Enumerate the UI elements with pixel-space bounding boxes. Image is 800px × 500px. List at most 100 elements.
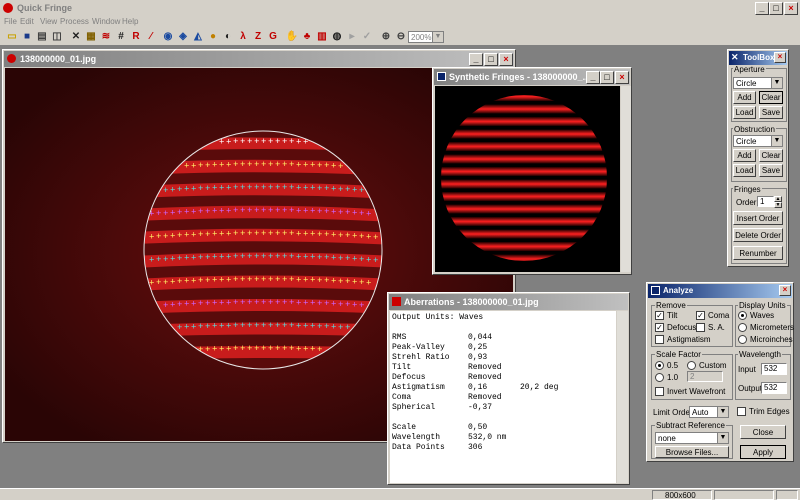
fringe-map-icon[interactable]: ▥: [314, 29, 330, 45]
apply-button[interactable]: Apply: [740, 445, 786, 459]
obstruction-add-button[interactable]: Add: [733, 149, 756, 162]
fringe-point-marker: +: [345, 208, 350, 218]
obstruction-select[interactable]: Circle ▼: [733, 135, 783, 147]
synthetic-close-button[interactable]: ×: [615, 71, 629, 84]
fringe-point-marker: +: [177, 231, 182, 241]
subtract-reference-value: none: [658, 434, 676, 443]
zoom-select[interactable]: 200% ▼: [408, 31, 444, 43]
hand-icon[interactable]: ✋: [284, 29, 300, 45]
cursor-icon[interactable]: ▸: [344, 29, 360, 45]
fringe-point-marker: +: [331, 184, 336, 194]
scale-05-radio[interactable]: [655, 361, 664, 370]
zoom-out-icon[interactable]: ⊖: [393, 29, 409, 45]
sa-checkbox[interactable]: [696, 323, 705, 332]
menu-window[interactable]: Window: [92, 17, 120, 26]
aperture-load-button[interactable]: Load: [733, 106, 756, 119]
r-icon[interactable]: R: [128, 29, 144, 45]
custom-scale-input[interactable]: 2: [687, 371, 723, 382]
synthetic-maximize-button[interactable]: □: [600, 71, 614, 84]
astigmatism-checkbox[interactable]: [655, 335, 664, 344]
order-input[interactable]: 1: [757, 196, 774, 207]
tree-icon[interactable]: ♣: [299, 29, 315, 45]
trim-edges-label: Trim Edges: [749, 407, 790, 416]
tools-icon[interactable]: ✕: [68, 29, 84, 45]
save-icon[interactable]: ■: [19, 29, 35, 45]
invert-wavefront-checkbox[interactable]: [655, 387, 664, 396]
g-icon[interactable]: G: [265, 29, 281, 45]
insert-order-button[interactable]: Insert Order: [733, 211, 783, 225]
image-close-button[interactable]: ×: [499, 53, 513, 66]
check-icon[interactable]: ✓: [359, 29, 375, 45]
wavelength-output-field[interactable]: 532: [761, 382, 787, 394]
image-minimize-button[interactable]: _: [469, 53, 483, 66]
waves-radio[interactable]: [738, 311, 747, 320]
lambda-icon[interactable]: λ: [235, 29, 251, 45]
image-maximize-button[interactable]: □: [484, 53, 498, 66]
obstruction-save-button[interactable]: Save: [759, 164, 783, 177]
coma-checkbox[interactable]: ✓: [696, 311, 705, 320]
defocus-checkbox[interactable]: ✓: [655, 323, 664, 332]
menu-edit[interactable]: Edit: [20, 17, 34, 26]
toolbox-close-button[interactable]: ×: [774, 52, 786, 63]
order-spin-down[interactable]: ▼: [774, 202, 782, 208]
aperture-select[interactable]: Circle ▼: [733, 77, 783, 89]
subtract-reference-select[interactable]: none ▼: [655, 432, 729, 444]
synthetic-minimize-button[interactable]: _: [586, 71, 600, 84]
fringe-point-marker: +: [296, 160, 301, 170]
menu-view[interactable]: View: [40, 17, 57, 26]
z-icon[interactable]: Z: [250, 29, 266, 45]
table-icon[interactable]: #: [113, 29, 129, 45]
synthetic-vscrollbar[interactable]: [621, 86, 631, 272]
chart-icon[interactable]: ●: [205, 29, 221, 45]
fringe-point-marker: +: [254, 160, 259, 170]
menu-process[interactable]: Process: [60, 17, 89, 26]
scale-10-radio[interactable]: [655, 373, 664, 382]
circle-fringe-icon[interactable]: ◍: [329, 29, 345, 45]
grid-icon[interactable]: ▦: [83, 29, 99, 45]
app-minimize-button[interactable]: _: [755, 2, 769, 15]
close-button[interactable]: Close: [740, 425, 786, 439]
menu-help[interactable]: Help: [122, 17, 138, 26]
zernike-icon[interactable]: ◐: [220, 29, 236, 45]
microinches-radio[interactable]: [738, 335, 747, 344]
app-close-button[interactable]: ×: [784, 2, 798, 15]
layers-icon[interactable]: ◈: [175, 29, 191, 45]
fringe-point-marker: +: [324, 299, 329, 309]
fringe-point-marker: +: [226, 206, 231, 216]
aperture-add-button[interactable]: Add: [733, 91, 756, 104]
aberration-label: Astigmatism: [392, 383, 445, 392]
delete-order-button[interactable]: Delete Order: [733, 228, 783, 242]
zoom-in-icon[interactable]: ⊕: [378, 29, 394, 45]
fringe-icon[interactable]: ≋: [98, 29, 114, 45]
print-preview-icon[interactable]: ◫: [49, 29, 65, 45]
limit-order-select[interactable]: Auto ▼: [689, 406, 729, 418]
document-icon: [437, 72, 446, 81]
print-icon[interactable]: ▤: [34, 29, 50, 45]
fringe-point-marker: +: [324, 253, 329, 263]
trim-edges-checkbox[interactable]: [737, 407, 746, 416]
analyze-close-button[interactable]: ×: [779, 285, 791, 296]
aberrations-vscrollbar[interactable]: [617, 311, 628, 483]
micrometers-radio[interactable]: [738, 323, 747, 332]
fringe-point-marker: +: [212, 322, 217, 332]
aberration-label: RMS: [392, 333, 407, 342]
obstruction-load-button[interactable]: Load: [733, 164, 756, 177]
scale-custom-radio[interactable]: [687, 361, 696, 370]
fringe-point-marker: +: [268, 229, 273, 239]
measure-icon[interactable]: ⁄: [143, 29, 159, 45]
open-icon[interactable]: ▭: [4, 29, 20, 45]
obstruction-clear-button[interactable]: Clear: [759, 149, 783, 162]
profile-icon[interactable]: ◭: [190, 29, 206, 45]
wavelength-input-field[interactable]: 532: [761, 363, 787, 375]
browse-files-button[interactable]: Browse Files...: [655, 446, 729, 458]
fringe-point-marker: +: [282, 183, 287, 193]
sphere-icon[interactable]: ◉: [160, 29, 176, 45]
renumber-button[interactable]: Renumber: [733, 246, 783, 260]
fringe-point-marker: +: [170, 185, 175, 195]
tilt-checkbox[interactable]: ✓: [655, 311, 664, 320]
menu-file[interactable]: File: [4, 17, 17, 26]
app-maximize-button[interactable]: □: [769, 2, 783, 15]
fringe-point-marker: +: [247, 252, 252, 262]
aperture-clear-button[interactable]: Clear: [759, 91, 783, 104]
aperture-save-button[interactable]: Save: [759, 106, 783, 119]
